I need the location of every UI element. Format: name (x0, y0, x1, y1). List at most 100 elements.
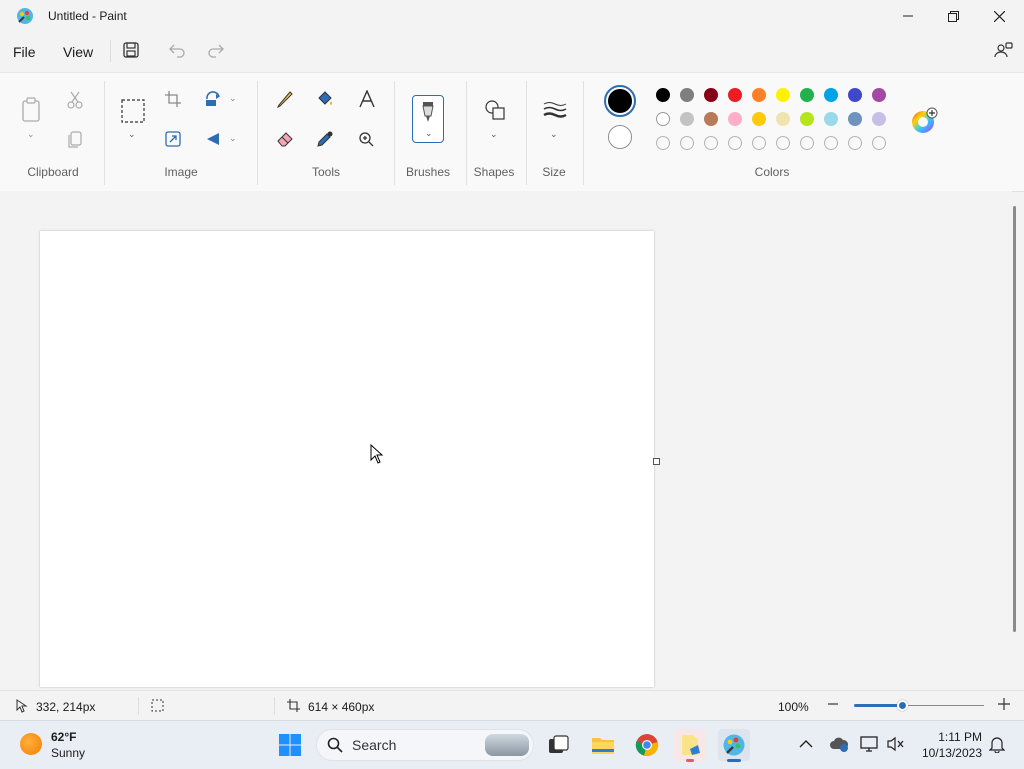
custom-color-slot[interactable] (848, 136, 862, 150)
palette-swatch[interactable] (872, 88, 886, 102)
chrome-button[interactable] (631, 729, 663, 761)
zoom-in-button[interactable] (997, 697, 1011, 714)
paste-dropdown-icon[interactable]: ⌄ (27, 129, 35, 140)
palette-swatch[interactable] (848, 88, 862, 102)
paint-taskbar-button[interactable] (718, 729, 750, 762)
undo-button[interactable] (168, 42, 186, 61)
search-placeholder: Search (352, 737, 397, 753)
primary-color-swatch[interactable] (604, 85, 636, 117)
palette-swatch[interactable] (680, 112, 694, 126)
palette-swatch[interactable] (776, 88, 790, 102)
size-dropdown-icon[interactable]: ⌄ (550, 129, 558, 140)
palette-swatch[interactable] (656, 88, 670, 102)
share-button[interactable] (994, 41, 1014, 62)
palette-swatch[interactable] (680, 88, 694, 102)
palette-swatch[interactable] (776, 112, 790, 126)
canvas-resize-handle[interactable] (653, 458, 660, 465)
select-button[interactable] (121, 99, 145, 126)
eraser-button[interactable] (276, 130, 294, 151)
vertical-scrollbar[interactable] (1013, 206, 1016, 632)
weather-widget[interactable]: 62°F Sunny (16, 727, 106, 763)
onedrive-button[interactable] (829, 736, 849, 755)
crop-icon (165, 91, 181, 107)
cut-button[interactable] (66, 91, 84, 112)
restore-icon (947, 10, 959, 22)
crop-button[interactable] (165, 91, 181, 110)
custom-color-slot[interactable] (752, 136, 766, 150)
custom-color-slot[interactable] (872, 136, 886, 150)
notes-app-button[interactable] (674, 729, 706, 762)
palette-swatch[interactable] (848, 112, 862, 126)
flip-button[interactable] (205, 131, 221, 150)
menu-divider (110, 40, 111, 62)
text-button[interactable] (358, 89, 376, 111)
menu-file[interactable]: File (13, 44, 36, 60)
zoom-slider[interactable] (854, 700, 984, 711)
palette-swatch[interactable] (872, 112, 886, 126)
rotate-dropdown-icon[interactable]: ⌄ (229, 93, 237, 104)
mouse-cursor-icon (370, 443, 384, 467)
custom-color-slot[interactable] (776, 136, 790, 150)
custom-color-slot[interactable] (704, 136, 718, 150)
pencil-button[interactable] (276, 90, 294, 111)
custom-color-slot[interactable] (728, 136, 742, 150)
menu-view[interactable]: View (63, 44, 93, 60)
size-button[interactable] (543, 101, 567, 122)
palette-swatch[interactable] (824, 88, 838, 102)
file-explorer-button[interactable] (587, 729, 619, 761)
secondary-color-swatch[interactable] (608, 125, 632, 149)
network-icon (860, 736, 878, 752)
palette-swatch[interactable] (824, 112, 838, 126)
palette-swatch[interactable] (704, 88, 718, 102)
palette-swatch[interactable] (728, 112, 742, 126)
zoom-out-button[interactable] (827, 697, 839, 714)
magnifier-button[interactable] (358, 131, 374, 150)
shapes-dropdown-icon[interactable]: ⌄ (490, 129, 498, 140)
custom-color-slot[interactable] (680, 136, 694, 150)
status-bar: 332, 214px 614 × 460px 100% (0, 690, 1024, 721)
custom-color-slot[interactable] (824, 136, 838, 150)
palette-swatch[interactable] (752, 88, 766, 102)
palette-swatch[interactable] (656, 112, 670, 126)
clock-date: 10/13/2023 (921, 746, 982, 760)
zoom-level: 100% (778, 700, 809, 714)
save-button[interactable] (122, 41, 140, 62)
redo-button[interactable] (207, 42, 225, 61)
clock[interactable]: 1:11 PM 10/13/2023 (912, 727, 982, 763)
drawing-canvas[interactable] (40, 231, 654, 687)
palette-swatch[interactable] (800, 112, 814, 126)
show-hidden-icons-button[interactable] (799, 738, 813, 752)
custom-color-slot[interactable] (800, 136, 814, 150)
zoom-slider-thumb[interactable] (897, 700, 908, 711)
rotate-button[interactable] (205, 91, 221, 110)
edit-colors-button[interactable] (910, 107, 938, 138)
brushes-button[interactable]: ⌄ (412, 95, 444, 143)
network-button[interactable] (860, 736, 878, 755)
color-picker-button[interactable] (316, 130, 334, 151)
palette-swatch[interactable] (752, 112, 766, 126)
canvas-size-icon (287, 699, 300, 715)
flip-dropdown-icon[interactable]: ⌄ (229, 133, 237, 144)
select-dropdown-icon[interactable]: ⌄ (128, 129, 136, 140)
shapes-button[interactable] (484, 99, 506, 124)
custom-color-slot[interactable] (656, 136, 670, 150)
copy-button[interactable] (67, 131, 83, 152)
rotate-icon (206, 91, 220, 106)
task-view-button[interactable] (543, 729, 575, 761)
menu-bar: File View (0, 32, 1024, 72)
paste-button[interactable] (20, 97, 42, 126)
palette-swatch[interactable] (728, 88, 742, 102)
close-button[interactable] (976, 0, 1022, 32)
fill-button[interactable] (316, 90, 334, 111)
restore-button[interactable] (930, 0, 976, 32)
start-button[interactable] (274, 729, 306, 761)
search-box[interactable]: Search (316, 729, 534, 761)
resize-button[interactable] (165, 131, 181, 150)
minimize-button[interactable] (885, 0, 931, 32)
palette-swatch[interactable] (704, 112, 718, 126)
notifications-button[interactable] (988, 735, 1006, 756)
volume-button[interactable] (887, 736, 905, 755)
palette-swatch[interactable] (800, 88, 814, 102)
sun-icon (20, 733, 42, 755)
chrome-icon (635, 734, 659, 757)
